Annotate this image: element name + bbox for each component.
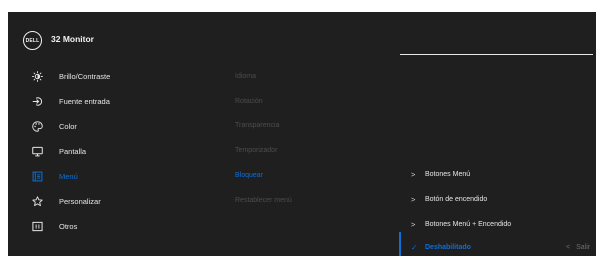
others-icon [32, 221, 43, 232]
menu-item-label: Otros [59, 222, 78, 231]
menu-item-label: Menú [59, 172, 78, 181]
menu-item-brillo-contraste[interactable]: Brillo/Contraste [8, 64, 223, 89]
menu-item-fuente-entrada[interactable]: Fuente entrada [8, 89, 223, 114]
menu-icon [32, 171, 43, 182]
menu-item-label: Personalizar [59, 197, 101, 206]
header-divider [400, 54, 593, 55]
submenu-item-bloquear[interactable]: Bloquear [235, 172, 263, 179]
selection-indicator [399, 232, 401, 256]
menu-item-personalizar[interactable]: Personalizar [8, 189, 223, 214]
submenu-item-idioma[interactable]: Idioma [235, 73, 256, 80]
menu-item-color[interactable]: Color [8, 114, 223, 139]
option-botones-menu[interactable]: > Botones Menú [411, 167, 571, 187]
option-label: Botón de encendido [425, 196, 488, 203]
menu-item-label: Pantalla [59, 147, 87, 156]
dell-logo: DELL [23, 31, 42, 50]
option-label: Deshabilitado [425, 244, 471, 251]
monitor-icon [32, 146, 43, 157]
chevron-right-icon: > [411, 195, 416, 204]
menu-item-pantalla[interactable]: Pantalla [8, 139, 223, 164]
exit-label: Salir [576, 244, 591, 251]
checkmark-icon: ✓ [411, 243, 418, 252]
option-boton-encendido[interactable]: > Botón de encendido [411, 192, 571, 212]
submenu-item-temporizador[interactable]: Temporizador [235, 147, 277, 154]
exit-button[interactable]: < Salir [566, 244, 590, 251]
menu-item-label: Brillo/Contraste [59, 72, 111, 81]
menu-item-label: Fuente entrada [59, 97, 110, 106]
chevron-right-icon: > [411, 220, 416, 229]
star-icon [32, 196, 43, 207]
option-botones-menu-encendido[interactable]: > Botones Menú + Encendido [411, 217, 571, 237]
chevron-right-icon: > [411, 170, 416, 179]
submenu-item-rotacion[interactable]: Rotación [235, 98, 263, 105]
submenu-item-restablecer-menu[interactable]: Restablecer menú [235, 197, 292, 204]
option-label: Botones Menú + Encendido [425, 221, 512, 228]
menu-item-label: Color [59, 122, 77, 131]
input-source-icon [32, 97, 43, 106]
menu-item-menu[interactable]: Menú [8, 164, 223, 189]
chevron-left-icon: < [566, 244, 571, 251]
osd-header: DELL 32 Monitor [8, 12, 596, 64]
palette-icon [32, 121, 43, 132]
monitor-title: 32 Monitor [51, 34, 94, 44]
menu-item-otros[interactable]: Otros [8, 214, 223, 239]
option-deshabilitado[interactable]: ✓ Deshabilitado [411, 240, 571, 256]
osd-panel: DELL 32 Monitor Brillo/Contraste Fuente … [8, 12, 596, 256]
brightness-icon [32, 71, 43, 82]
submenu-item-transparencia[interactable]: Transparencia [235, 122, 280, 129]
option-label: Botones Menú [425, 171, 471, 178]
